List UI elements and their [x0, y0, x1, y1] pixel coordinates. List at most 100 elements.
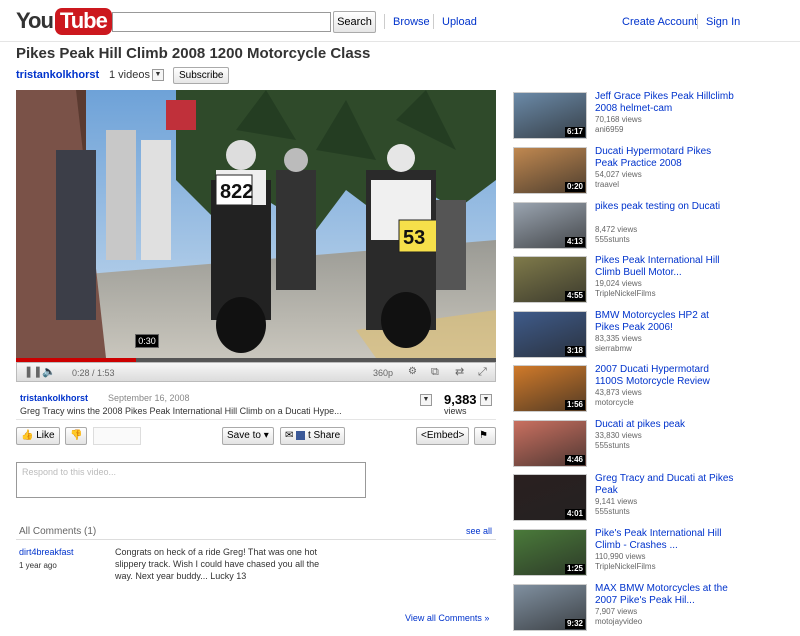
related-video-item[interactable]: 4:01 Greg Tracy and Ducati at Pikes Peak 9…: [511, 473, 800, 528]
related-video-item[interactable]: 4:13 pikes peak testing on Ducati 8,472 vi…: [511, 201, 800, 256]
video-frame[interactable]: 822 53: [16, 90, 496, 358]
related-video-channel: 555stunts: [595, 235, 630, 244]
upload-link[interactable]: Upload: [442, 16, 477, 28]
facebook-icon: [296, 430, 306, 440]
related-video-item[interactable]: 6:17 Jeff Grace Pikes Peak Hillclimb 2008…: [511, 91, 800, 146]
volume-icon[interactable]: 🔈: [42, 366, 56, 378]
related-video-channel: TripleNickelFilms: [595, 562, 656, 571]
video-thumbnail[interactable]: 3:18: [513, 311, 587, 358]
stats-icon[interactable]: ▼: [480, 394, 492, 406]
video-player[interactable]: 822 53: [16, 90, 496, 382]
related-video-title[interactable]: MAX BMW Motorcycles at the 2007 Pike's P…: [595, 583, 735, 607]
expand-icon[interactable]: ⇄: [455, 366, 464, 378]
settings-icon[interactable]: ⚙: [408, 366, 417, 378]
comment-author[interactable]: dirt4breakfast: [19, 547, 74, 557]
comments-header: All Comments (1): [19, 526, 97, 537]
rating-bar: [93, 427, 141, 445]
time-display: 0:28 / 1:53: [72, 368, 115, 378]
logo-you-text: You: [16, 8, 54, 33]
chevron-down-icon[interactable]: ▼: [152, 69, 164, 81]
flag-icon: ⚑: [479, 430, 488, 441]
related-video-channel: motojayvideo: [595, 617, 643, 626]
share-button[interactable]: ✉ t Share: [280, 427, 346, 445]
like-button[interactable]: 👍 Like: [16, 427, 60, 445]
duration-badge: 6:17: [564, 127, 585, 137]
related-video-title[interactable]: pikes peak testing on Ducati: [595, 201, 735, 213]
twitter-icon: t: [307, 430, 311, 441]
related-video-channel: TripleNickelFilms: [595, 289, 656, 298]
comment-input[interactable]: Respond to this video...: [16, 462, 366, 498]
duration-badge: 1:25: [564, 564, 585, 574]
related-video-channel: motorcycle: [595, 398, 634, 407]
save-to-label: Save to: [227, 430, 261, 441]
duration-badge: 1:56: [564, 400, 585, 410]
video-thumbnail[interactable]: 4:46: [513, 420, 587, 467]
create-account-link[interactable]: Create Account: [622, 16, 697, 28]
related-video-views: 110,990 views: [595, 552, 646, 561]
related-video-title[interactable]: BMW Motorcycles HP2 at Pikes Peak 2006!: [595, 310, 735, 334]
related-video-views: 54,027 views: [595, 170, 642, 179]
related-video-title[interactable]: Pike's Peak International Hill Climb - C…: [595, 528, 735, 552]
pause-icon[interactable]: ❚❚: [24, 366, 42, 378]
related-video-item[interactable]: 4:46 Ducati at pikes peak 33,830 views 555s…: [511, 419, 800, 474]
video-thumbnail[interactable]: 0:20: [513, 147, 587, 194]
video-thumbnail[interactable]: 4:55: [513, 256, 587, 303]
related-video-title[interactable]: 2007 Ducati Hypermotard 1100S Motorcycle…: [595, 364, 735, 388]
video-thumbnail[interactable]: 4:01: [513, 474, 587, 521]
related-video-title[interactable]: Ducati at pikes peak: [595, 419, 735, 431]
quality-selector[interactable]: 360p: [373, 368, 393, 378]
search-input[interactable]: [112, 12, 331, 32]
video-still-image: 822 53: [16, 90, 496, 358]
related-video-item[interactable]: 1:56 2007 Ducati Hypermotard 1100S Motorc…: [511, 364, 800, 419]
related-video-item[interactable]: 9:32 MAX BMW Motorcycles at the 2007 Pike…: [511, 583, 800, 636]
video-thumbnail[interactable]: 4:13: [513, 202, 587, 249]
related-video-views: 43,873 views: [595, 388, 642, 397]
subscribe-button[interactable]: Subscribe: [173, 67, 230, 84]
related-video-views: 9,141 views: [595, 497, 638, 506]
fullscreen-icon[interactable]: ⤢: [478, 366, 487, 378]
related-video-views: 33,830 views: [595, 431, 642, 440]
related-video-title[interactable]: Greg Tracy and Ducati at Pikes Peak: [595, 473, 735, 497]
expand-description-icon[interactable]: ▼: [420, 394, 432, 406]
video-thumbnail[interactable]: 6:17: [513, 92, 587, 139]
browse-link[interactable]: Browse: [393, 16, 430, 28]
video-thumbnail[interactable]: 9:32: [513, 584, 587, 631]
divider: [16, 539, 496, 540]
channel-link[interactable]: tristankolkhorst: [16, 69, 99, 81]
video-thumbnail[interactable]: 1:56: [513, 365, 587, 412]
sign-in-link[interactable]: Sign In: [706, 16, 740, 28]
related-video-views: 7,907 views: [595, 607, 638, 616]
bib-822: 822: [220, 181, 253, 203]
search-button[interactable]: Search: [333, 11, 376, 33]
popout-icon[interactable]: ⧉: [431, 366, 439, 378]
video-thumbnail[interactable]: 1:25: [513, 529, 587, 576]
youtube-logo[interactable]: You Tube: [16, 7, 112, 35]
time-tooltip: 0:30: [135, 334, 159, 348]
divider: [433, 14, 434, 29]
related-video-views: 83,335 views: [595, 334, 642, 343]
related-video-title[interactable]: Jeff Grace Pikes Peak Hillclimb 2008 hel…: [595, 91, 735, 115]
video-title: Pikes Peak Hill Climb 2008 1200 Motorcyc…: [16, 45, 371, 62]
related-video-title[interactable]: Pikes Peak International Hill Climb Buel…: [595, 255, 735, 279]
embed-button[interactable]: <Embed>: [416, 427, 470, 445]
related-video-item[interactable]: 3:18 BMW Motorcycles HP2 at Pikes Peak 20…: [511, 310, 800, 365]
related-video-title[interactable]: Ducati Hypermotard Pikes Peak Practice 2…: [595, 146, 735, 170]
save-to-button[interactable]: Save to ▾: [222, 427, 274, 445]
related-video-item[interactable]: 1:25 Pike's Peak International Hill Climb…: [511, 528, 800, 583]
video-description: Greg Tracy wins the 2008 Pikes Peak Inte…: [20, 406, 342, 416]
duration-badge: 4:01: [564, 509, 585, 519]
divider: [697, 14, 698, 29]
uploader-link[interactable]: tristankolkhorst: [20, 393, 88, 403]
related-video-channel: traavel: [595, 180, 620, 189]
flag-button[interactable]: ⚑: [474, 427, 496, 445]
related-video-views: 8,472 views: [595, 225, 638, 234]
bib-53: 53: [403, 227, 425, 249]
see-all-link[interactable]: see all: [466, 526, 492, 536]
dislike-button[interactable]: 👎: [65, 427, 87, 445]
chevron-down-icon: ▾: [263, 430, 269, 441]
duration-badge: 3:18: [564, 346, 585, 356]
thumbs-up-icon: 👍: [21, 430, 34, 441]
related-video-item[interactable]: 0:20 Ducati Hypermotard Pikes Peak Practi…: [511, 146, 800, 201]
view-all-comments-link[interactable]: View all Comments »: [405, 613, 489, 623]
related-video-item[interactable]: 4:55 Pikes Peak International Hill Climb …: [511, 255, 800, 310]
